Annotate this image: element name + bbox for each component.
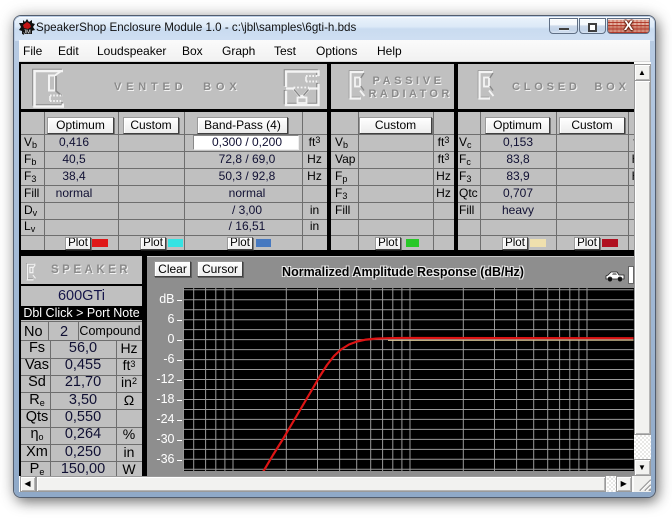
svg-text:JM: JM <box>23 30 31 36</box>
